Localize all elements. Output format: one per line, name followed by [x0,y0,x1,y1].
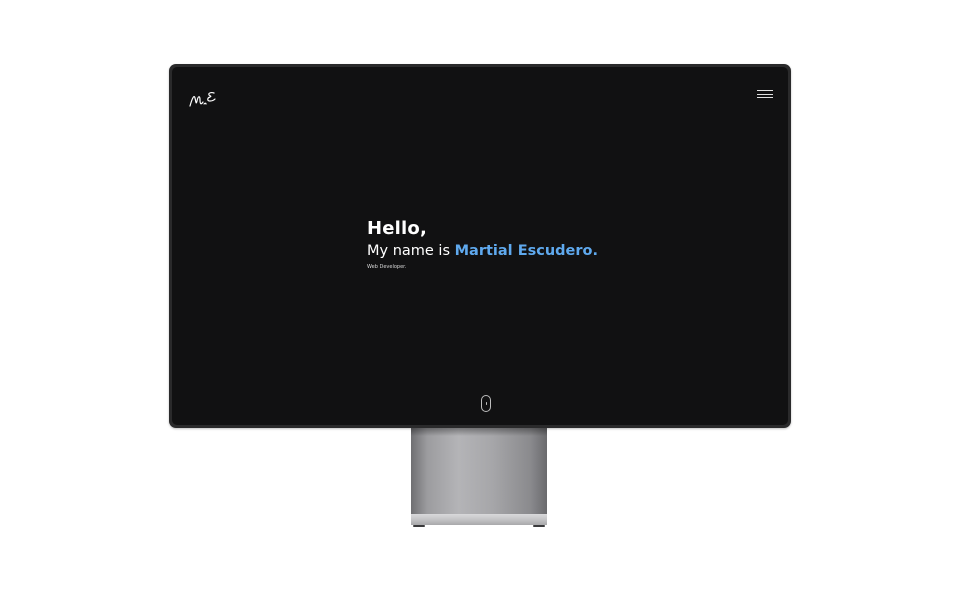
hero-greeting: Hello, [367,218,428,239]
scroll-wheel [485,402,487,405]
hamburger-menu-icon[interactable] [757,90,773,104]
hero-name: Martial Escudero. [454,243,598,259]
monitor-stand-base [411,514,547,525]
menu-line [757,93,773,95]
intro-prefix: My name is [367,243,455,259]
hero-section: Hello, My name is Martial Escudero. Web … [367,218,767,270]
monitor-stand-neck [411,428,547,514]
monitor-stand-foot-left [413,525,425,527]
mouse-scroll-icon[interactable] [481,395,491,412]
menu-line [757,90,773,92]
logo[interactable] [188,87,218,109]
website-screen: Hello, My name is Martial Escudero. Web … [172,67,788,425]
menu-line [757,97,773,99]
monitor-frame: Hello, My name is Martial Escudero. Web … [169,64,791,428]
monitor-stand-foot-right [533,525,545,527]
logo-signature-icon [189,92,216,107]
hero-intro: My name is Martial Escudero. [367,241,767,261]
hero-role: Web Developer. [367,264,407,270]
page: Hello, My name is Martial Escudero. Web … [0,0,960,600]
